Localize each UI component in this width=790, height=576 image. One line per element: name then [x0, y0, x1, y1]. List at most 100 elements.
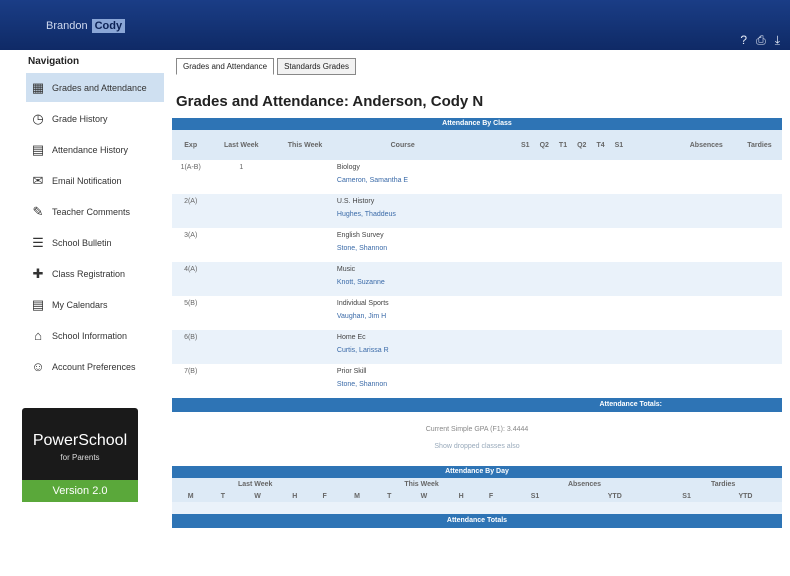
logo-name: PowerSchool [32, 432, 128, 449]
nav-title: Navigation [28, 56, 80, 67]
course-cell: Individual Sports Vaughan, Jim H [337, 296, 469, 330]
col-absences: Absences [689, 141, 723, 149]
toolbar-icons: ? ⎙ ⤓ [740, 33, 780, 48]
day-tardies: Tardies [710, 480, 736, 488]
col-this-week: This Week [287, 141, 323, 149]
teacher-link[interactable]: Vaughan, Jim H [337, 313, 469, 320]
absences-cell[interactable] [675, 194, 737, 228]
sidebar-item-attendance-history[interactable]: ▤ Attendance History [26, 135, 164, 164]
term-grades-cell[interactable] [468, 194, 676, 228]
sidebar-item-label: Teacher Comments [52, 206, 131, 217]
sidebar-item-label: Account Preferences [52, 361, 136, 372]
day-header: T [220, 492, 225, 500]
tardies-cell[interactable] [736, 330, 782, 364]
tardies-cell[interactable] [736, 262, 782, 296]
col-last-week: Last Week [224, 141, 259, 149]
tab-bar: Grades and Attendance Standards Grades [176, 58, 790, 75]
download-icon[interactable]: ⤓ [775, 33, 780, 48]
comments-icon: ✎ [32, 203, 44, 219]
school-icon: ⌂ [34, 328, 42, 343]
sidebar-item-email-notification[interactable]: ✉ Email Notification [26, 166, 164, 195]
term-header: S1 [521, 141, 530, 149]
sidebar-item-class-registration[interactable]: ✚ Class Registration [26, 259, 164, 288]
teacher-link[interactable]: Stone, Shannon [337, 245, 469, 252]
tardies-cell[interactable] [736, 194, 782, 228]
calendar-icon: ▤ [31, 141, 45, 157]
day-header: T [387, 492, 392, 500]
tab-grades-attendance[interactable]: Grades and Attendance [176, 58, 275, 75]
teacher-link[interactable]: Hughes, Thaddeus [337, 211, 469, 218]
teacher-link[interactable]: Cameron, Samantha E [337, 177, 469, 184]
col-exp: Exp [184, 141, 198, 149]
day-header: H [292, 492, 298, 500]
sidebar-item-label: School Information [52, 330, 128, 341]
absences-cell[interactable] [676, 296, 737, 330]
term-grades-cell[interactable] [468, 228, 675, 262]
attendance-totals-bar: Attendance Totals: [172, 398, 782, 412]
day-empty-row [172, 502, 782, 514]
grades-icon: ▦ [31, 79, 45, 95]
term-grades-cell[interactable] [468, 160, 675, 194]
term-header: T4 [596, 141, 605, 149]
attendance-by-day-panel: Attendance By Day Last Week This Week Ab… [172, 466, 782, 528]
term-grades-cell[interactable] [468, 364, 675, 398]
teacher-link[interactable]: Knott, Suzanne [337, 279, 469, 286]
user-last-name[interactable]: Cody [91, 19, 126, 33]
absences-cell[interactable] [675, 330, 737, 364]
sidebar-item-school-bulletin[interactable]: ☰ School Bulletin [26, 228, 164, 257]
show-dropped-link[interactable]: Show dropped classes also [164, 443, 790, 450]
day-subcol-header: S1 [682, 492, 691, 500]
exp-cell: 3(A) [184, 232, 198, 239]
tardies-cell[interactable] [737, 364, 782, 398]
calendar-icon: ▤ [31, 296, 45, 312]
powerschool-logo: PowerSchool for Parents Version 2.0 [22, 408, 138, 502]
sidebar-item-account-preferences[interactable]: ☺ Account Preferences [26, 352, 164, 381]
tab-standards-grades[interactable]: Standards Grades [277, 58, 356, 75]
this-week-cell [273, 194, 337, 228]
course-name: Individual Sports [336, 300, 389, 307]
table-row: 5(B) Individual Sports Vaughan, Jim H [172, 296, 782, 330]
tardies-cell[interactable] [737, 296, 782, 330]
registration-icon: ✚ [32, 265, 44, 281]
last-week-cell [209, 364, 273, 398]
table-row: 7(B) Prior Skill Stone, Shannon [172, 364, 782, 398]
tardies-cell[interactable] [737, 160, 782, 194]
this-week-cell [273, 160, 337, 194]
sidebar-item-grades-and-attendance[interactable]: ▦ Grades and Attendance [26, 73, 164, 102]
day-header: W [254, 492, 261, 500]
term-header: Q2 [577, 141, 587, 149]
tardies-cell[interactable] [737, 228, 782, 262]
clock-icon: ◷ [32, 110, 44, 126]
sidebar-item-label: Grades and Attendance [52, 82, 147, 93]
course-cell: Home Ec Curtis, Larissa R [336, 330, 469, 364]
day-this-week: This Week [404, 480, 439, 488]
term-grades-cell[interactable] [468, 296, 675, 330]
absences-cell[interactable] [676, 364, 737, 398]
attendance-by-day-band: Attendance By Day [172, 466, 782, 478]
bulletin-icon: ☰ [32, 234, 44, 250]
sidebar-item-grade-history[interactable]: ◷ Grade History [26, 104, 164, 133]
sidebar-item-my-calendars[interactable]: ▤ My Calendars [26, 290, 164, 319]
absences-cell[interactable] [676, 228, 737, 262]
email-icon: ✉ [32, 172, 44, 188]
user-name: Brandon Cody [46, 19, 126, 33]
teacher-link[interactable]: Curtis, Larissa R [337, 347, 469, 354]
attendance-by-class-table: Exp Last Week This Week Course S1 Q2 T1 Q2 T… [172, 130, 782, 398]
absences-cell[interactable] [676, 160, 737, 194]
exp-cell: 5(B) [184, 300, 198, 307]
print-icon[interactable]: ⎙ [756, 33, 766, 48]
sidebar-item-school-information[interactable]: ⌂ School Information [26, 321, 164, 350]
course-name: Home Ec [336, 334, 366, 341]
absences-cell[interactable] [675, 262, 737, 296]
account-icon: ☺ [31, 359, 45, 374]
logo-subtitle: for Parents [60, 453, 100, 462]
attendance-by-class-band: Attendance By Class [172, 118, 782, 130]
this-week-cell [273, 330, 337, 364]
table-row: 6(B) Home Ec Curtis, Larissa R [172, 330, 782, 364]
teacher-link[interactable]: Stone, Shannon [337, 381, 469, 388]
help-icon[interactable]: ? [740, 33, 747, 48]
term-grades-cell[interactable] [468, 262, 676, 296]
term-grades-cell[interactable] [468, 330, 676, 364]
sidebar-item-teacher-comments[interactable]: ✎ Teacher Comments [26, 197, 164, 226]
exp-cell: 1(A-B) [180, 164, 201, 171]
